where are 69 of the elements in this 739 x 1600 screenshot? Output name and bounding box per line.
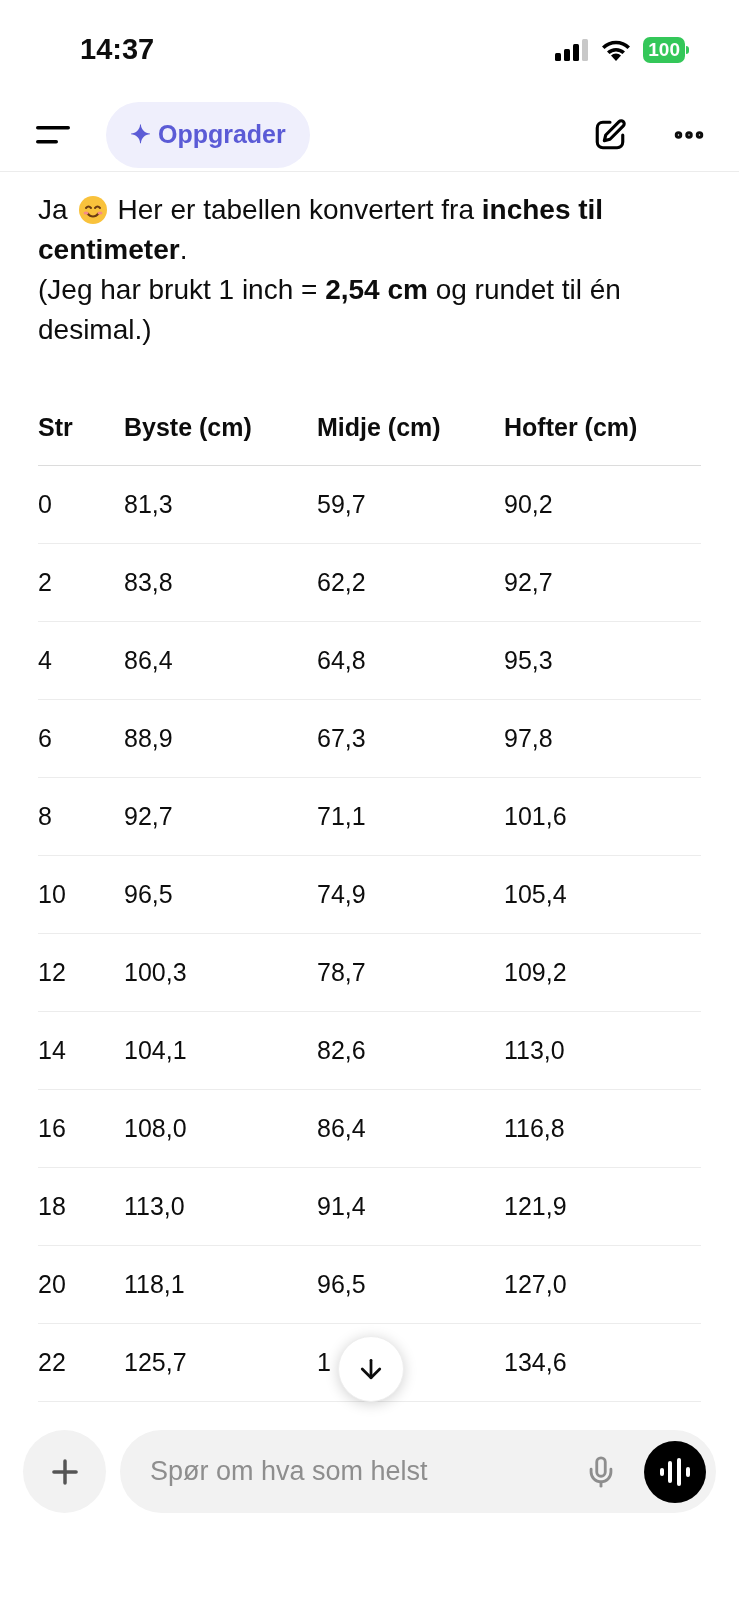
smiling-face-icon [77,195,108,225]
message-field[interactable]: Spør om hva som helst [150,1451,584,1492]
upgrade-button[interactable]: ✦ Oppgrader [106,101,310,168]
table-cell: 83,8 [124,567,173,596]
table-cell: 71,1 [317,801,366,830]
table-cell: 113,0 [504,1035,565,1064]
signal-icon [555,39,590,61]
table-cell: 100,3 [124,957,187,986]
table-cell: 116,8 [504,1113,565,1142]
table-cell: 109,2 [504,957,567,986]
column-header: Str [38,412,73,441]
table-cell: 82,6 [317,1035,366,1064]
table-cell: 101,6 [504,801,567,830]
table-cell: 2 [38,567,52,596]
message-note: (Jeg har brukt 1 inch = 2,54 cm og rundet til én desimal.) [38,273,622,347]
table-cell: 1 [317,1347,331,1376]
table-cell: 91,4 [317,1191,366,1220]
wifi-icon [601,39,632,61]
table-cell: 62,2 [317,567,366,596]
menu-icon[interactable] [36,125,70,144]
table-cell: 0 [38,489,52,518]
message-text: Ja [38,193,68,227]
table-cell: 18 [38,1191,66,1220]
column-header: Midje (cm) [317,412,441,441]
edit-icon[interactable] [593,117,627,152]
table-cell: 81,3 [124,489,173,518]
message-text: Her er tabellen konvertert fra inches til [117,193,604,227]
table-cell: 8 [38,801,52,830]
table-cell: 118,1 [124,1269,185,1298]
table-cell: 22 [38,1347,66,1376]
table-cell: 74,9 [317,879,366,908]
table-cell: 92,7 [124,801,173,830]
table-cell: 105,4 [504,879,567,908]
battery-indicator: 100 [643,37,689,63]
table-cell: 95,3 [504,645,553,674]
table-cell: 134,6 [504,1347,567,1376]
column-header: Byste (cm) [124,412,252,441]
message-input[interactable]: Spør om hva som helst [120,1430,716,1513]
message-text: centimeter. [38,234,188,265]
voice-button[interactable] [644,1440,706,1503]
table-cell: 20 [38,1269,66,1298]
table-cell: 97,8 [504,723,553,752]
table-cell: 125,7 [124,1347,187,1376]
table-cell: 86,4 [317,1113,366,1142]
table-cell: 88,9 [124,723,173,752]
table-cell: 86,4 [124,645,173,674]
table-cell: 121,9 [504,1191,567,1220]
table-cell: 16 [38,1113,66,1142]
table-cell: 14 [38,1035,66,1064]
table-cell: 92,7 [504,567,553,596]
table-cell: 4 [38,645,52,674]
table-cell: 6 [38,723,52,752]
status-time: 14:37 [80,32,155,68]
table-cell: 113,0 [124,1191,185,1220]
table-cell: 104,1 [124,1035,187,1064]
column-header: Hofter (cm) [504,412,638,441]
table-cell: 108,0 [124,1113,187,1142]
table-cell: 10 [38,879,66,908]
table-cell: 64,8 [317,645,366,674]
table-cell: 127,0 [504,1269,567,1298]
table-cell: 59,7 [317,489,366,518]
scroll-down-button[interactable] [338,1336,404,1402]
table-cell: 96,5 [124,879,173,908]
waveform-icon [660,1457,690,1486]
table-cell: 67,3 [317,723,366,752]
table-cell: 12 [38,957,66,986]
table-cell: 78,7 [317,957,366,986]
table-cell: 96,5 [317,1269,366,1298]
table-cell: 90,2 [504,489,553,518]
